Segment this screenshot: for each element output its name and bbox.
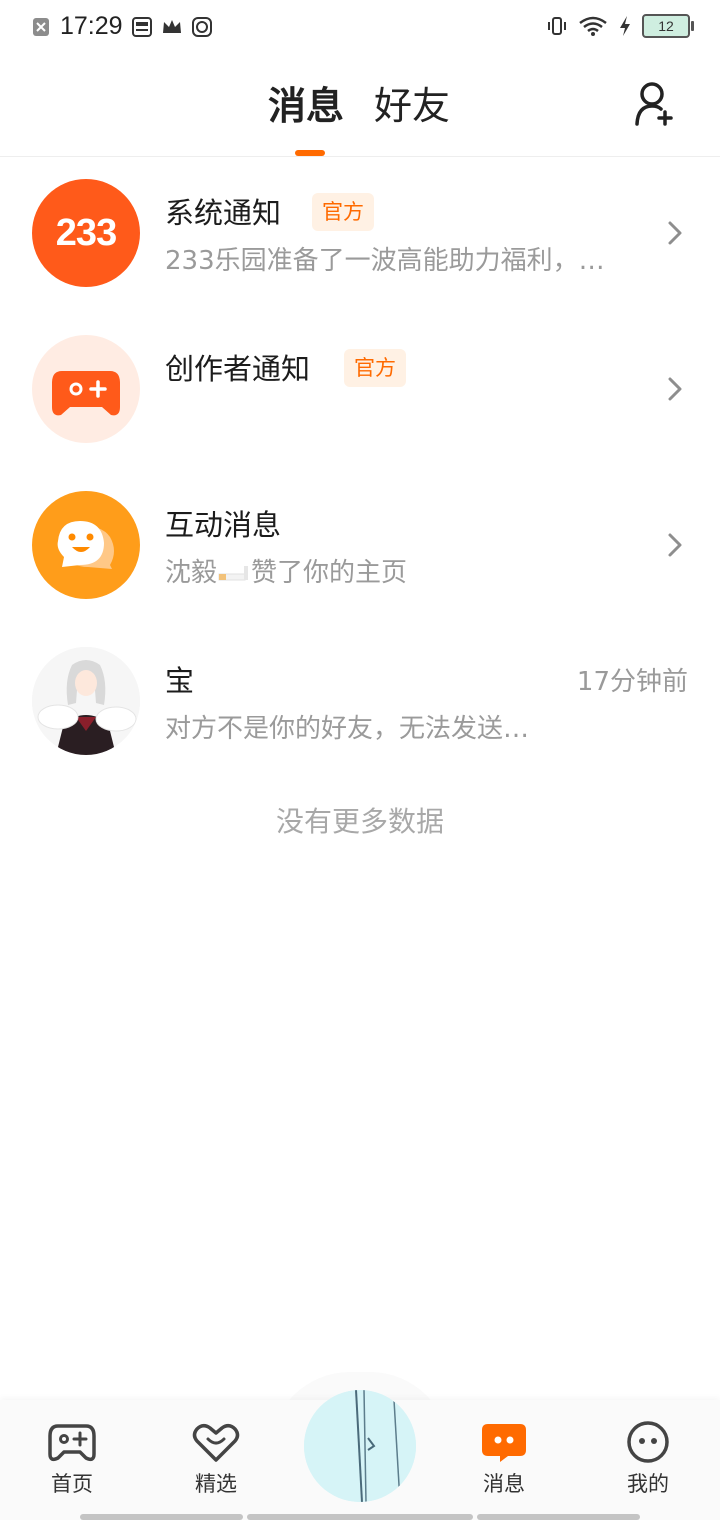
preview-action: 赞了你的主页 [251, 558, 408, 588]
no-more-data-text: 没有更多数据 [275, 805, 444, 838]
sim-off-icon [33, 17, 49, 36]
preview-user-name: 沈毅 [165, 558, 218, 588]
chat-bubble-icon [57, 521, 114, 569]
message-icon [482, 1424, 526, 1462]
nav-featured[interactable]: 精选 [166, 1420, 266, 1498]
system-avatar: 233 [32, 179, 140, 287]
conversation-time: 17分钟前 [576, 667, 688, 697]
center-thumbnail-image [304, 1390, 416, 1502]
nav-label: 我的 [627, 1472, 669, 1496]
anime-avatar-icon [32, 647, 140, 755]
avatar-logo-text: 233 [55, 212, 117, 254]
vibrate-icon [548, 17, 566, 35]
nav-label: 消息 [483, 1472, 525, 1496]
status-right: 12 [546, 14, 694, 38]
tab-messages[interactable]: 消息 [268, 82, 344, 130]
battery-indicator: 12 [642, 14, 694, 38]
conversation-list: 233 系统通知 官方 233乐园准备了一波高能助力福利，… 创作者通知 官方 [0, 157, 720, 781]
gamepad-icon [52, 371, 120, 416]
status-time: 17:29 [60, 12, 123, 40]
conversation-title: 创作者通知 [165, 352, 311, 386]
tab-friends[interactable]: 好友 [374, 82, 450, 130]
conversation-item-user[interactable]: 宝 17分钟前 对方不是你的好友，无法发送… [0, 625, 720, 781]
gesture-bar-right [477, 1514, 640, 1520]
conversation-item-system[interactable]: 233 系统通知 官方 233乐园准备了一波高能助力福利，… [0, 157, 720, 313]
crown-icon [162, 19, 181, 33]
nav-profile[interactable]: 我的 [598, 1420, 698, 1498]
conversation-title: 宝 [165, 664, 195, 698]
cigarette-emoji-icon [218, 565, 249, 580]
interaction-avatar [32, 491, 140, 599]
header: 消息 好友 [0, 58, 720, 157]
official-badge: 官方 [344, 349, 406, 387]
status-bar: 17:29 12 [0, 0, 720, 58]
chevron-right-icon [668, 377, 682, 401]
wifi-icon [579, 16, 607, 36]
nav-label: 精选 [195, 1472, 237, 1496]
gesture-bar-left [80, 1514, 243, 1520]
center-thumbnail-button[interactable] [304, 1390, 416, 1502]
heart-icon [192, 1424, 240, 1462]
news-icon [131, 16, 152, 37]
active-tab-indicator [295, 150, 325, 156]
nav-label: 首页 [51, 1472, 93, 1496]
conversation-item-interaction[interactable]: 互动消息 沈毅 赞了你的主页 [0, 469, 720, 625]
creator-avatar [32, 335, 140, 443]
chevron-right-icon [668, 221, 682, 245]
sync-icon [191, 16, 212, 37]
conversation-title: 互动消息 [165, 508, 282, 542]
chevron-right-icon [668, 533, 682, 557]
gamepad-icon [48, 1424, 96, 1462]
conversation-preview: 233乐园准备了一波高能助力福利，… [165, 246, 605, 276]
conversation-preview: 沈毅 赞了你的主页 [165, 553, 407, 593]
nav-messages[interactable]: 消息 [454, 1420, 554, 1498]
face-icon [627, 1421, 669, 1463]
conversation-title: 系统通知 [165, 196, 282, 230]
conversation-preview: 对方不是你的好友，无法发送… [165, 714, 530, 744]
gesture-bar-center [247, 1514, 473, 1520]
status-left: 17:29 [30, 12, 213, 41]
add-user-icon[interactable] [634, 80, 678, 128]
official-badge: 官方 [312, 193, 374, 231]
conversation-item-creator[interactable]: 创作者通知 官方 [0, 313, 720, 469]
user-avatar [32, 647, 140, 755]
nav-home[interactable]: 首页 [22, 1420, 122, 1498]
charging-icon [620, 16, 630, 36]
